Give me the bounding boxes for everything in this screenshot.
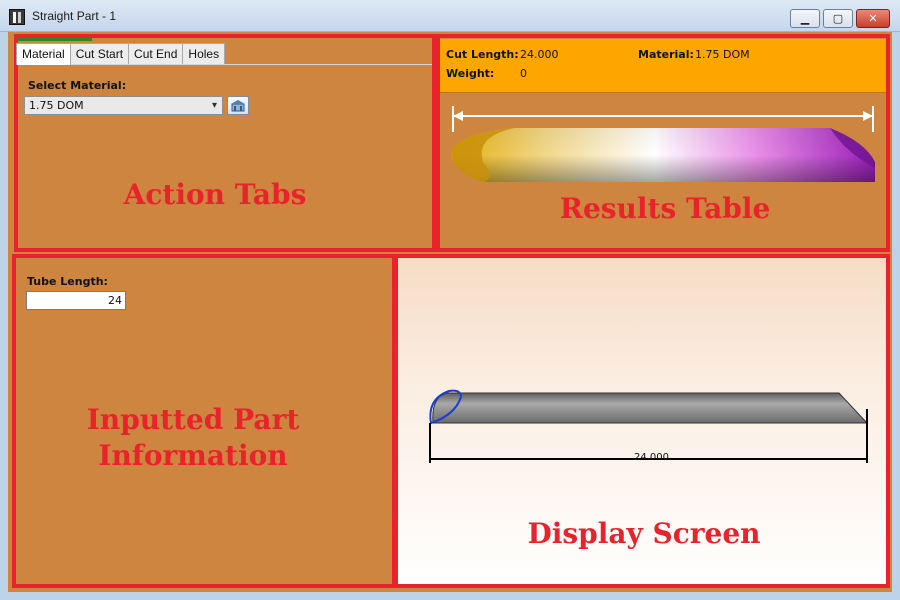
inputted-part-annotation: Inputted Part Information (86, 403, 300, 472)
results-table-annotation: Results Table (559, 192, 771, 225)
app-icon (9, 9, 25, 25)
minimize-icon: ▁ (800, 12, 810, 25)
maximize-button[interactable]: ▢ (823, 9, 853, 28)
close-icon: ✕ (868, 12, 878, 25)
action-tabs-frame (14, 34, 436, 252)
display-screen-annotation: Display Screen (527, 517, 761, 550)
minimize-button[interactable]: ▁ (790, 9, 820, 28)
close-button[interactable]: ✕ (856, 9, 890, 28)
action-tabs-annotation: Action Tabs (123, 178, 307, 211)
tab-material[interactable]: Material (16, 43, 71, 65)
window-title: Straight Part - 1 (32, 9, 117, 23)
maximize-icon: ▢ (832, 12, 844, 25)
title-bar: Straight Part - 1 ▁ ▢ ✕ (0, 0, 900, 32)
